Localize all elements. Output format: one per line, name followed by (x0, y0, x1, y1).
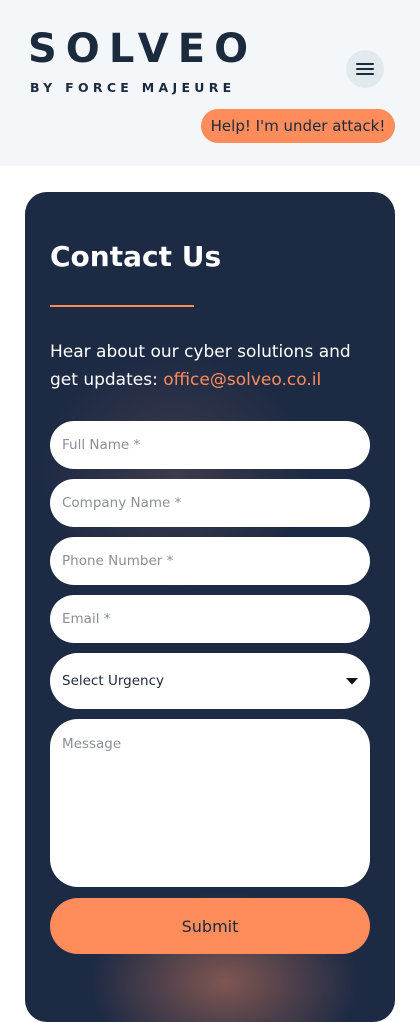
logo-tagline: BY FORCE MAJEURE (30, 80, 236, 95)
phone-number-placeholder: Phone Number * (62, 553, 174, 569)
site-header: SOLVEO BY FORCE MAJEURE Help! I'm under … (0, 0, 420, 166)
message-textarea[interactable]: Message (50, 719, 370, 887)
hamburger-menu-icon (356, 63, 374, 75)
contact-title: Contact Us (50, 240, 222, 273)
logo-wordmark: SOLVEO (28, 26, 258, 72)
contact-email-link[interactable]: office@solveo.co.il (163, 370, 321, 390)
under-attack-button[interactable]: Help! I'm under attack! (201, 109, 395, 143)
solveo-logo[interactable]: SOLVEO BY FORCE MAJEURE (28, 28, 248, 98)
company-name-placeholder: Company Name * (62, 495, 182, 511)
title-divider (50, 305, 194, 307)
email-input[interactable]: Email * (50, 595, 370, 643)
menu-button[interactable] (346, 50, 384, 88)
message-placeholder: Message (62, 736, 122, 752)
full-name-placeholder: Full Name * (62, 437, 141, 453)
contact-intro: Hear about our cyber solutions and get u… (50, 338, 380, 394)
contact-card: Contact Us Hear about our cyber solution… (25, 192, 395, 1022)
full-name-input[interactable]: Full Name * (50, 421, 370, 469)
urgency-select[interactable]: Select Urgency (50, 653, 370, 709)
phone-number-input[interactable]: Phone Number * (50, 537, 370, 585)
email-placeholder: Email * (62, 611, 111, 627)
caret-down-icon (346, 678, 358, 685)
submit-button[interactable]: Submit (50, 898, 370, 954)
urgency-selected-value: Select Urgency (62, 673, 164, 689)
company-name-input[interactable]: Company Name * (50, 479, 370, 527)
